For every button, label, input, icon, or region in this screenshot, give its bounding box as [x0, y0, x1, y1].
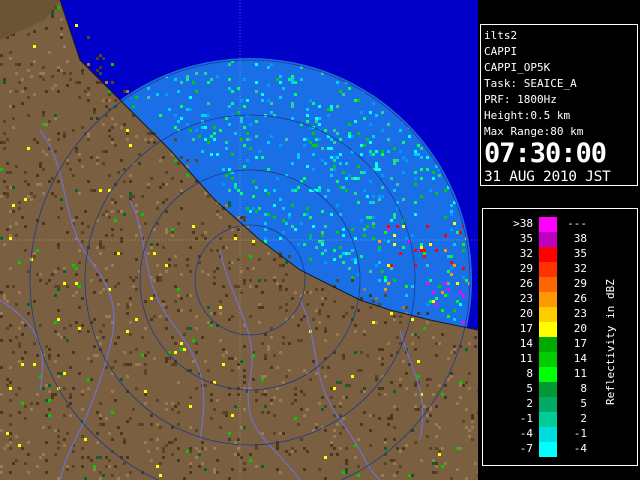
legend-swatch	[539, 427, 557, 442]
legend-low-value: 29	[519, 262, 533, 275]
legend-high-value: 38	[573, 232, 587, 245]
legend-high-value: 20	[573, 322, 587, 335]
color-legend: >38 --- 35 38 32 35 29 32 26 29 23 26 20 23 17 20 14 17 11…	[482, 208, 638, 466]
legend-low-value: 26	[519, 277, 533, 290]
legend-high-value: 26	[573, 292, 587, 305]
legend-swatch	[539, 397, 557, 412]
legend-low-value: 5	[526, 382, 533, 395]
legend-low-value: 2	[526, 397, 533, 410]
legend-swatch	[539, 322, 557, 337]
legend-high-value: 11	[573, 367, 587, 380]
legend-high-value: 14	[573, 352, 587, 365]
legend-swatch	[539, 217, 557, 232]
legend-swatch	[539, 382, 557, 397]
legend-low-value: -7	[519, 442, 533, 455]
legend-low-value: 11	[519, 352, 533, 365]
legend-low-value: 14	[519, 337, 533, 350]
legend-low-value: 17	[519, 322, 533, 335]
product-type: CAPPI	[484, 45, 518, 58]
prf-label: PRF: 1800Hz	[484, 93, 557, 106]
legend-low-value: 20	[519, 307, 533, 320]
legend-high-value: 17	[573, 337, 587, 350]
legend-swatch	[539, 247, 557, 262]
product-id: CAPPI_OP5K	[484, 61, 551, 74]
legend-high-value: -4	[573, 442, 587, 455]
legend-high-value: 5	[580, 397, 587, 410]
legend-high-value: 8	[580, 382, 587, 395]
observation-time: 07:30:00	[484, 138, 607, 169]
legend-low-value: >38	[513, 217, 533, 230]
legend-high-value: ---	[567, 217, 587, 230]
radar-name: ilts2	[484, 29, 518, 42]
legend-high-value: 23	[573, 307, 587, 320]
legend-swatch	[539, 337, 557, 352]
legend-swatch	[539, 262, 557, 277]
legend-swatch	[539, 277, 557, 292]
legend-high-value: 2	[580, 412, 587, 425]
legend-unit-label: Reflectivity in dBZ	[604, 279, 617, 405]
task-label: Task: SEAICE_A	[484, 77, 577, 90]
legend-swatch	[539, 412, 557, 427]
legend-low-value: 35	[519, 232, 533, 245]
legend-low-value: 32	[519, 247, 533, 260]
legend-low-value: -4	[519, 427, 533, 440]
legend-swatch	[539, 367, 557, 382]
legend-high-value: 29	[573, 277, 587, 290]
observation-date: 31 AUG 2010 JST	[484, 169, 611, 185]
legend-high-value: -1	[573, 427, 587, 440]
legend-low-value: 23	[519, 292, 533, 305]
legend-swatch	[539, 442, 557, 457]
height-label: Height:0.5 km	[484, 109, 571, 122]
radar-display	[0, 0, 478, 480]
legend-swatch	[539, 292, 557, 307]
legend-high-value: 35	[573, 247, 587, 260]
legend-high-value: 32	[573, 262, 587, 275]
legend-low-value: -1	[519, 412, 533, 425]
radar-map	[0, 0, 478, 480]
legend-swatch	[539, 232, 557, 247]
info-panel: ilts2 CAPPI CAPPI_OP5K Task: SEAICE_A PR…	[480, 24, 638, 186]
legend-swatch	[539, 352, 557, 367]
legend-low-value: 8	[526, 367, 533, 380]
legend-swatch	[539, 307, 557, 322]
